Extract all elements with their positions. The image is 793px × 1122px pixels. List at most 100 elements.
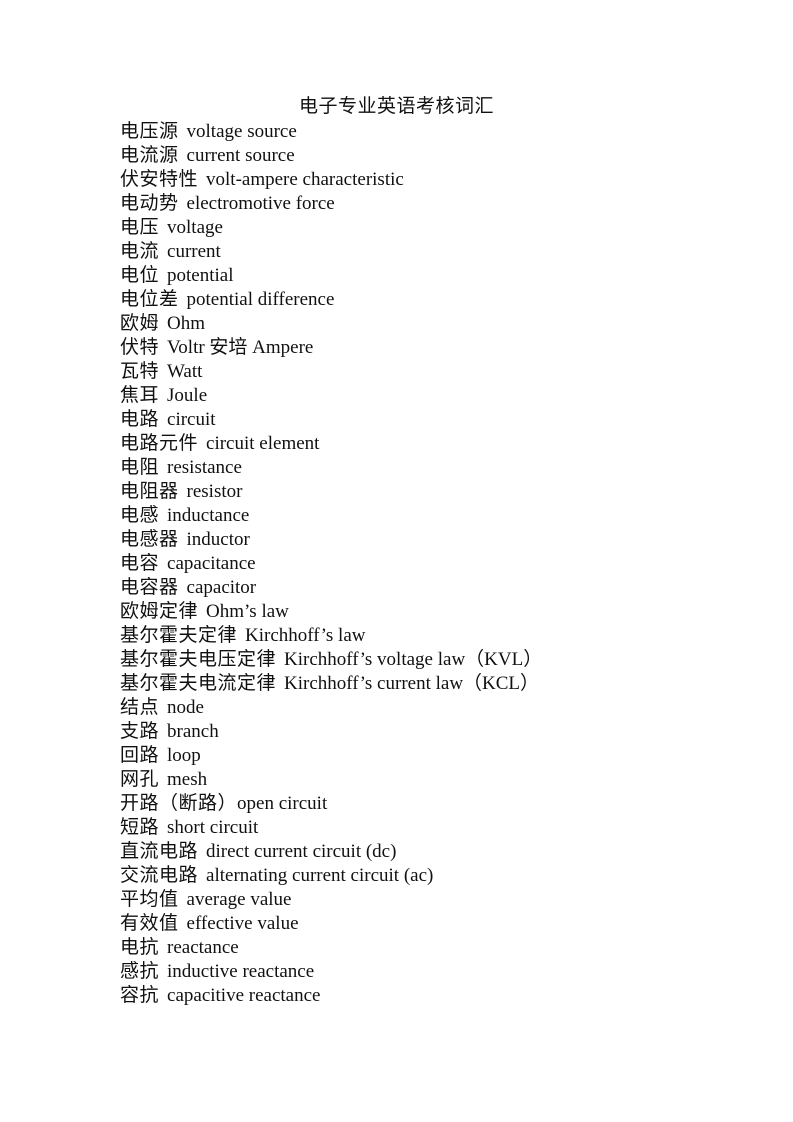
chinese-term: 电容器	[120, 577, 179, 598]
chinese-term: 电阻	[120, 457, 160, 478]
vocabulary-entry: 结点 node	[120, 696, 542, 720]
vocabulary-entry: 电流源 current source	[120, 144, 542, 168]
vocabulary-entry: 交流电路 alternating current circuit (ac)	[120, 864, 542, 888]
english-term: volt-ampere characteristic	[206, 169, 404, 190]
english-term: reactance	[167, 937, 239, 958]
vocabulary-entry: 电位差 potential difference	[120, 288, 542, 312]
english-term: current	[167, 241, 221, 262]
english-term: Kirchhoff’s law	[245, 625, 366, 646]
chinese-term: 开路（断路）	[120, 793, 238, 814]
chinese-term: 电流源	[120, 145, 179, 166]
vocabulary-entry: 有效值 effective value	[120, 912, 542, 936]
chinese-term: 电流	[120, 241, 160, 262]
english-term: Kirchhoff’s current law（KCL）	[284, 673, 540, 694]
vocabulary-entry: 电流 current	[120, 240, 542, 264]
vocabulary-entry: 焦耳 Joule	[120, 384, 542, 408]
chinese-term: 电容	[120, 553, 160, 574]
english-term: direct current circuit (dc)	[206, 841, 397, 862]
vocabulary-entry: 瓦特 Watt	[120, 360, 542, 384]
english-term: Joule	[167, 385, 208, 406]
english-term: effective value	[186, 913, 299, 934]
english-term: potential difference	[186, 289, 335, 310]
chinese-term: 电位差	[120, 289, 179, 310]
chinese-term: 焦耳	[120, 385, 160, 406]
english-term: inductive reactance	[167, 961, 315, 982]
chinese-term: 短路	[120, 817, 160, 838]
chinese-term: 平均值	[120, 889, 179, 910]
vocabulary-entry: 电动势 electromotive force	[120, 192, 542, 216]
english-term: Watt	[167, 361, 203, 382]
vocabulary-entry: 回路 loop	[120, 744, 542, 768]
chinese-term: 基尔霍夫电压定律	[120, 649, 277, 670]
chinese-term: 电压	[120, 217, 160, 238]
english-term: resistance	[167, 457, 242, 478]
vocabulary-entry: 短路 short circuit	[120, 816, 542, 840]
english-term: circuit	[167, 409, 216, 430]
chinese-term: 基尔霍夫电流定律	[120, 673, 277, 694]
chinese-term: 支路	[120, 721, 160, 742]
vocabulary-entry: 基尔霍夫电压定律 Kirchhoff’s voltage law（KVL）	[120, 648, 542, 672]
vocabulary-entry: 电压 voltage	[120, 216, 542, 240]
english-term: capacitive reactance	[167, 985, 321, 1006]
english-term: short circuit	[167, 817, 259, 838]
vocabulary-entry: 基尔霍夫定律 Kirchhoff’s law	[120, 624, 542, 648]
english-term: branch	[167, 721, 219, 742]
chinese-term: 基尔霍夫定律	[120, 625, 238, 646]
chinese-term: 欧姆	[120, 313, 160, 334]
chinese-term: 感抗	[120, 961, 160, 982]
vocabulary-entry: 欧姆定律 Ohm’s law	[120, 600, 542, 624]
vocabulary-entry: 支路 branch	[120, 720, 542, 744]
chinese-term: 有效值	[120, 913, 179, 934]
chinese-term: 电动势	[120, 193, 179, 214]
english-term: inductor	[186, 529, 250, 550]
vocabulary-entry: 电压源 voltage source	[120, 120, 542, 144]
vocabulary-entry: 伏特 Voltr 安培 Ampere	[120, 336, 542, 360]
vocabulary-entry: 网孔 mesh	[120, 768, 542, 792]
vocabulary-entry: 电容 capacitance	[120, 552, 542, 576]
chinese-term: 瓦特	[120, 361, 160, 382]
english-term: capacitor	[186, 577, 257, 598]
vocabulary-entry: 电位 potential	[120, 264, 542, 288]
document-title: 电子专业英语考核词汇	[298, 96, 494, 117]
english-term: resistor	[186, 481, 243, 502]
vocabulary-entry: 感抗 inductive reactance	[120, 960, 542, 984]
english-term: Kirchhoff’s voltage law（KVL）	[284, 649, 543, 670]
english-term: capacitance	[167, 553, 256, 574]
vocabulary-entry: 电容器 capacitor	[120, 576, 542, 600]
vocabulary-entry: 容抗 capacitive reactance	[120, 984, 542, 1008]
vocabulary-entry: 电感器 inductor	[120, 528, 542, 552]
chinese-term: 电感器	[120, 529, 179, 550]
chinese-term: 电感	[120, 505, 160, 526]
chinese-term: 伏特	[120, 337, 160, 358]
chinese-term: 电位	[120, 265, 160, 286]
english-term: Ohm’s law	[206, 601, 289, 622]
vocabulary-entry: 电感 inductance	[120, 504, 542, 528]
chinese-term: 欧姆定律	[120, 601, 199, 622]
english-term: loop	[167, 745, 201, 766]
english-term: voltage source	[186, 121, 297, 142]
document-page: 电子专业英语考核词汇 电压源 voltage source 电流源 current s…	[0, 0, 793, 1122]
chinese-term: 结点	[120, 697, 160, 718]
chinese-term: 直流电路	[120, 841, 199, 862]
chinese-term: 容抗	[120, 985, 160, 1006]
english-term: node	[167, 697, 204, 718]
chinese-term: 电阻器	[120, 481, 179, 502]
vocabulary-entry: 基尔霍夫电流定律 Kirchhoff’s current law（KCL）	[120, 672, 542, 696]
english-term: average value	[186, 889, 292, 910]
chinese-term: 电压源	[120, 121, 179, 142]
english-term: electromotive force	[186, 193, 335, 214]
english-term: Voltr 安培 Ampere	[167, 337, 314, 358]
english-term: Ohm	[167, 313, 206, 334]
chinese-term: 电路元件	[120, 433, 199, 454]
vocabulary-entry: 电阻器 resistor	[120, 480, 542, 504]
vocabulary-entry: 开路（断路）open circuit	[120, 792, 542, 816]
vocabulary-entry: 伏安特性 volt-ampere characteristic	[120, 168, 542, 192]
vocabulary-entry: 平均值 average value	[120, 888, 542, 912]
english-term: current source	[186, 145, 295, 166]
chinese-term: 伏安特性	[120, 169, 199, 190]
vocabulary-entry: 电路元件 circuit element	[120, 432, 542, 456]
chinese-term: 网孔	[120, 769, 160, 790]
english-term: mesh	[167, 769, 208, 790]
english-term: potential	[167, 265, 234, 286]
vocabulary-entry: 直流电路 direct current circuit (dc)	[120, 840, 542, 864]
